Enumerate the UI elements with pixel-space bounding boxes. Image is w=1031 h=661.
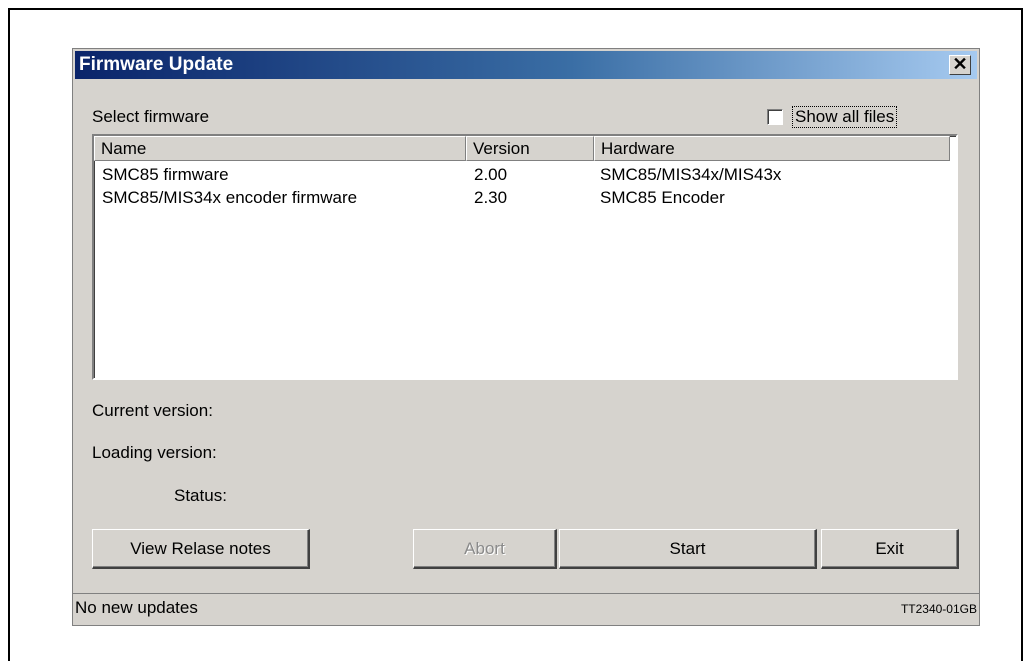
figure-reference: TT2340-01GB [900,602,977,616]
start-button[interactable]: Start [559,529,817,569]
cell-name: SMC85/MIS34x encoder firmware [102,188,358,207]
close-icon: ✕ [952,54,968,74]
list-item[interactable]: SMC85/MIS34x encoder firmware 2.30 SMC85… [94,186,956,210]
cell-hardware: SMC85 Encoder [600,188,725,207]
view-release-notes-button[interactable]: View Relase notes [92,529,310,569]
list-header: Name Version Hardware [94,136,956,161]
exit-button[interactable]: Exit [821,529,959,569]
cell-hardware: SMC85/MIS34x/MIS43x [600,165,782,184]
cell-version: 2.30 [474,188,508,207]
column-header-version[interactable]: Version [466,136,594,161]
column-header-name[interactable]: Name [94,136,466,161]
figure-frame-top [8,8,1023,10]
window-title: Firmware Update [79,54,234,75]
firmware-list[interactable]: Name Version Hardware SMC85 firmware 2.0… [92,134,958,380]
abort-button[interactable]: Abort [413,529,557,569]
current-version-label: Current version: [92,401,213,420]
show-all-files-label[interactable]: Show all files [791,106,898,128]
show-all-files-checkbox[interactable] [767,109,783,125]
firmware-update-dialog: Firmware Update ✕ Select firmware Show a… [72,48,980,626]
list-item[interactable]: SMC85 firmware 2.00 SMC85/MIS34x/MIS43x [94,163,956,187]
loading-version-label: Loading version: [92,443,217,462]
figure-frame-left [8,8,10,661]
select-firmware-label: Select firmware [92,107,210,126]
cell-version: 2.00 [474,165,508,184]
column-header-hardware[interactable]: Hardware [594,136,950,161]
status-bar-text: No new updates [75,598,198,617]
status-bar: No new updates TT2340-01GB [73,593,979,625]
figure-frame-right [1021,8,1023,661]
close-button[interactable]: ✕ [949,55,971,75]
status-label: Status: [174,486,227,505]
title-bar: Firmware Update ✕ [75,51,977,79]
cell-name: SMC85 firmware [102,165,229,184]
